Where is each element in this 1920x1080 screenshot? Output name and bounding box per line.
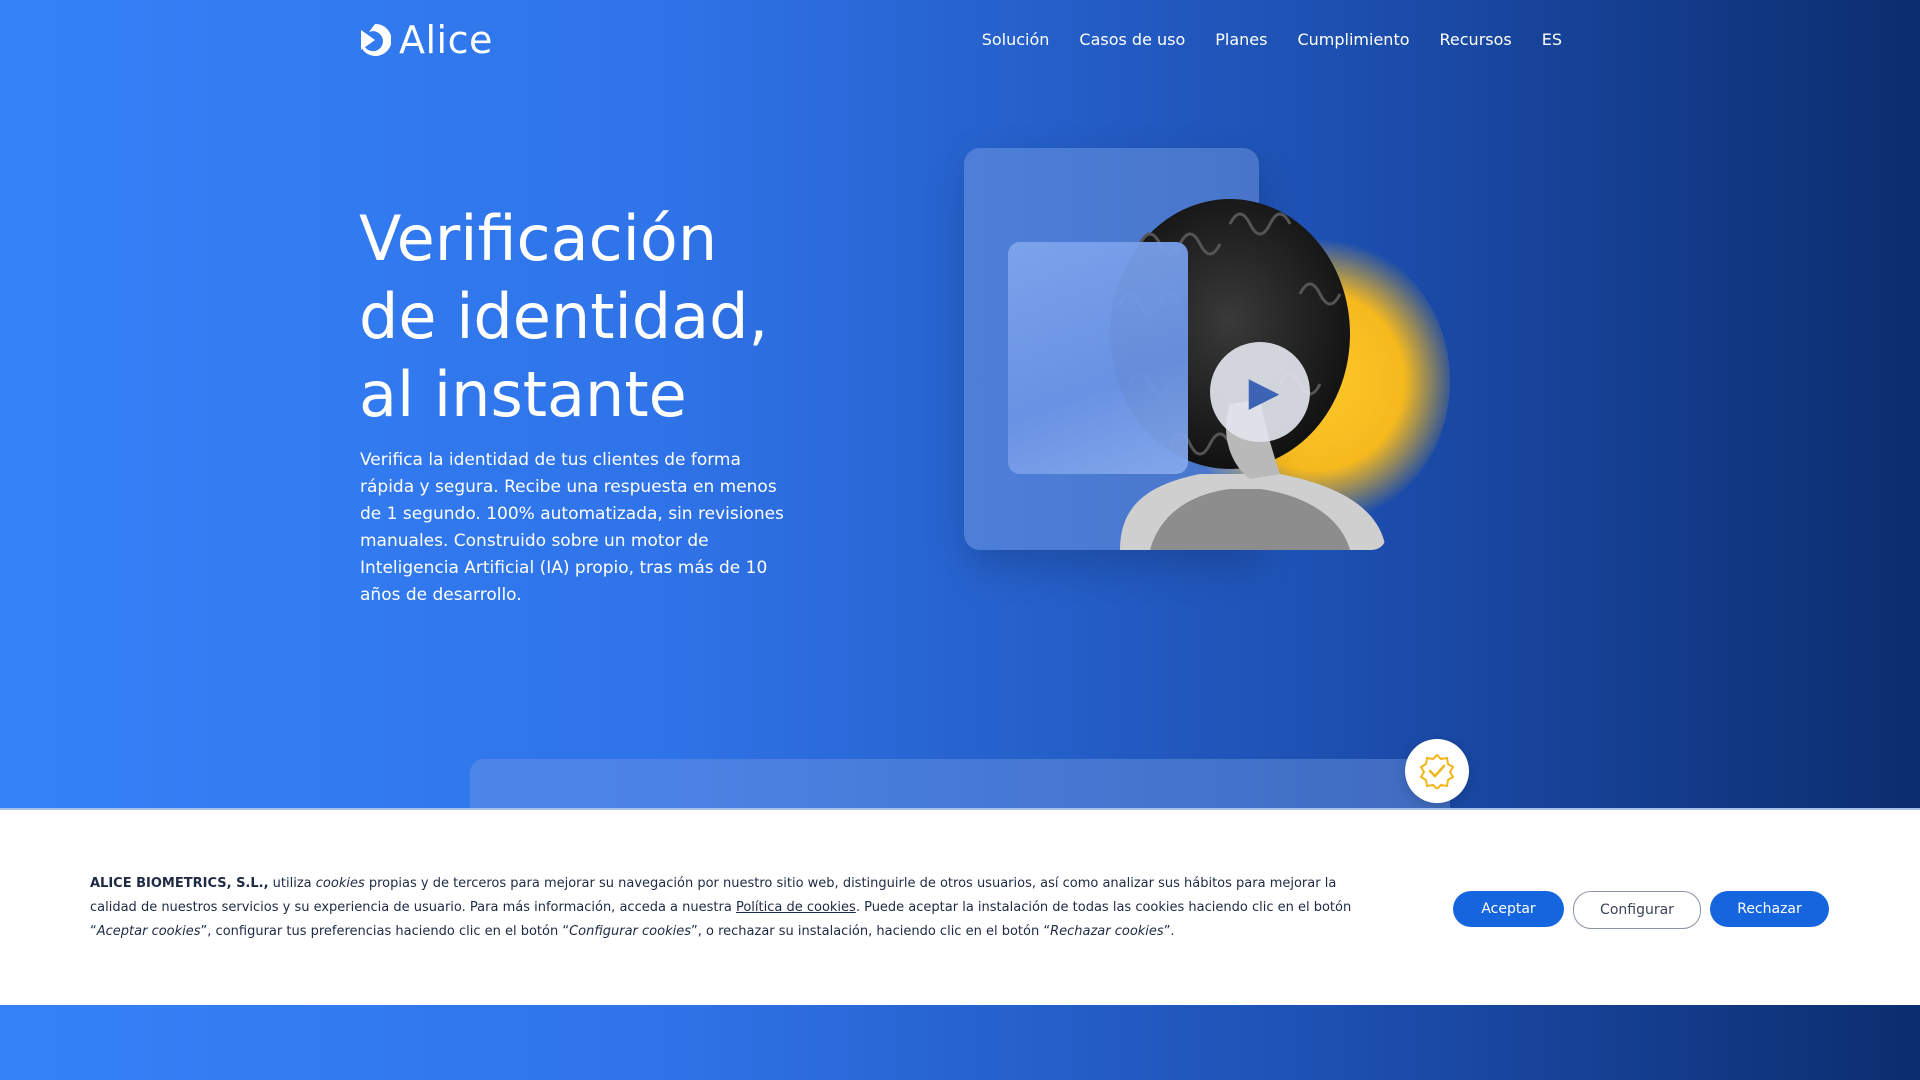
cookie-text-part: ”, configurar tus preferencias haciendo … (200, 924, 570, 939)
cookie-policy-link[interactable]: Política de cookies (736, 900, 856, 915)
cookie-banner: ALICE BIOMETRICS, S.L., utiliza cookies … (0, 808, 1920, 1005)
nav-cumplimiento[interactable]: Cumplimiento (1297, 30, 1409, 49)
reject-cookies-button[interactable]: Rechazar (1710, 891, 1829, 927)
cookie-text-part: Configurar cookies (569, 924, 691, 939)
hero-title: Verificación de identidad, al instante (359, 200, 879, 434)
company-name: ALICE BIOMETRICS, S.L., (90, 876, 269, 891)
hero-title-line-1: Verificación (359, 202, 718, 275)
accept-cookies-button[interactable]: Aceptar (1453, 891, 1564, 927)
nav-solucion[interactable]: Solución (982, 30, 1050, 49)
play-video-button[interactable]: ▶ (1210, 342, 1310, 442)
play-icon: ▶ (1248, 369, 1280, 415)
cookie-actions: Aceptar Configurar Rechazar (1453, 891, 1829, 929)
cookie-text-part: ”. (1163, 924, 1175, 939)
alice-logo[interactable]: Alice (359, 18, 493, 62)
hero-title-line-3: al instante (359, 358, 687, 431)
cookie-text-part: cookies (315, 876, 365, 891)
verified-badge-icon (1405, 739, 1469, 803)
cookie-text-part: Rechazar cookies (1050, 924, 1164, 939)
language-selector[interactable]: ES (1542, 30, 1562, 49)
configure-cookies-button[interactable]: Configurar (1573, 891, 1701, 929)
nav-planes[interactable]: Planes (1215, 30, 1267, 49)
cookie-text-part: Aceptar cookies (96, 924, 201, 939)
hero-description: Verifica la identidad de tus clientes de… (360, 450, 784, 605)
cookie-text-part: ”, o rechazar su instalación, haciendo c… (691, 924, 1051, 939)
hero-visual: ▶ (960, 146, 1520, 606)
main-nav: Solución Casos de uso Planes Cumplimient… (982, 30, 1562, 49)
nav-casos-de-uso[interactable]: Casos de uso (1079, 30, 1185, 49)
alice-logo-icon (361, 23, 391, 56)
nav-recursos[interactable]: Recursos (1440, 30, 1512, 49)
hero-title-line-2: de identidad, (359, 280, 769, 353)
cookie-text: ALICE BIOMETRICS, S.L., utiliza cookies … (90, 872, 1380, 944)
site-header: Alice Solución Casos de uso Planes Cumpl… (0, 0, 1920, 86)
brand-name: Alice (399, 18, 493, 62)
id-card-front (1008, 242, 1188, 474)
cookie-text-part: utiliza (268, 876, 316, 891)
